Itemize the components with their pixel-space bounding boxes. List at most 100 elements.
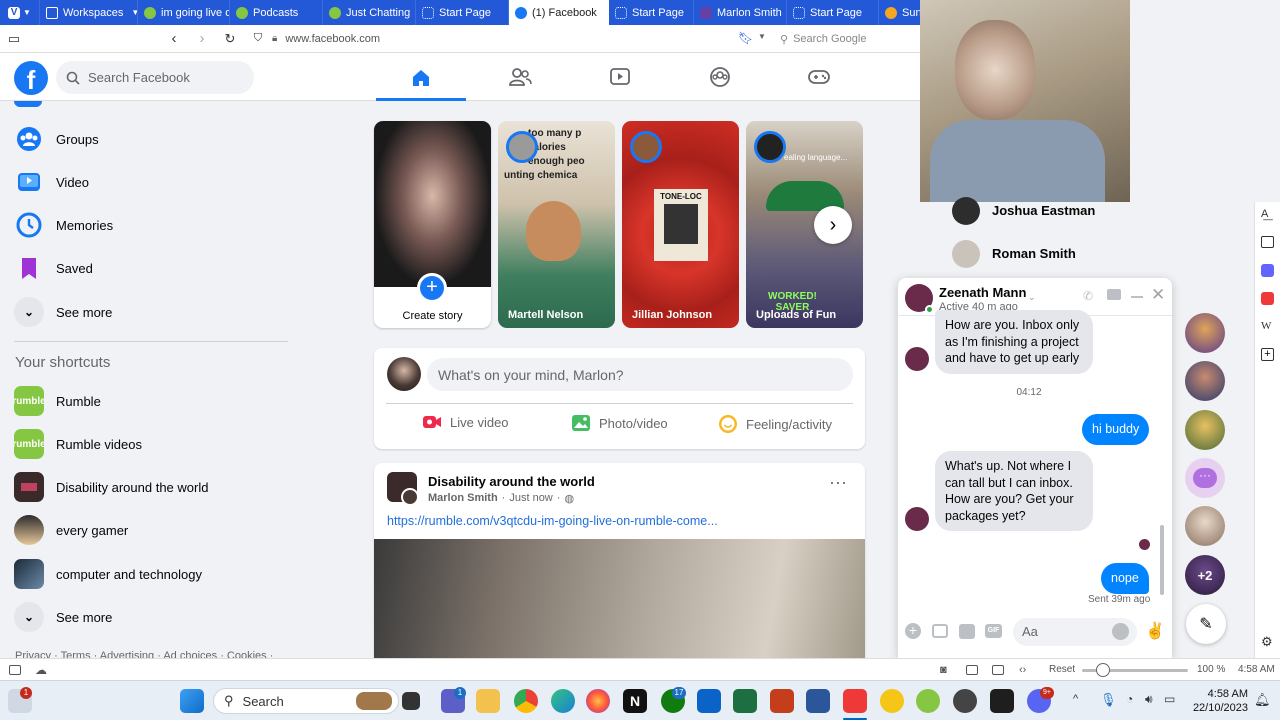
contact-name[interactable]: Roman Smith [992,246,1076,261]
chevron-up-icon[interactable]: ^ [1073,693,1078,705]
add-panel-icon[interactable]: + [1261,348,1274,361]
calendar-icon[interactable] [1261,236,1274,248]
feeling-activity-button[interactable]: Feeling/activity [718,414,832,434]
contact-avatar[interactable] [952,240,980,268]
shortcuts-see-more[interactable]: ⌄ See more [14,599,112,635]
post-link[interactable]: https://rumble.com/v3qtcdu-im-going-live… [387,514,718,528]
obs-icon[interactable] [953,689,977,713]
create-story-card[interactable]: + Create story [374,121,491,328]
post-group-name[interactable]: Disability around the world [428,474,595,489]
menu-item-groups[interactable]: Groups [14,121,99,157]
cloud-icon[interactable]: ☁ [35,663,47,677]
tab-podcasts[interactable]: Podcasts [230,0,323,25]
code-icon[interactable]: ‹› [1019,664,1026,676]
url-field[interactable]: www.facebook.com [285,33,380,45]
panel-toggle-icon[interactable]: ▭ [0,31,28,47]
stories-next-button[interactable]: › [814,206,852,244]
avatar[interactable] [401,488,419,506]
word-icon[interactable] [806,689,830,713]
plus-icon[interactable]: + [905,623,921,639]
chat-head-avatar[interactable] [1185,361,1225,401]
chat-head-avatar[interactable] [1185,506,1225,546]
post-author[interactable]: Marlon Smith [428,492,498,505]
notion-icon[interactable]: N [623,689,647,713]
contact-name[interactable]: Joshua Eastman [992,203,1095,218]
powerpoint-icon[interactable] [770,689,794,713]
tab-facebook[interactable]: (1) Facebook [509,0,609,25]
file-explorer-icon[interactable] [476,689,500,713]
settings-icon[interactable]: ⚙ [1261,634,1273,650]
tab-start-page[interactable]: Start Page [416,0,509,25]
gif-icon[interactable]: GIF [985,624,1002,638]
tab-start-page-2[interactable]: Start Page [609,0,694,25]
app-icon[interactable] [880,689,904,713]
chat-contact-name[interactable]: Zeenath Mann [939,285,1026,300]
zoom-slider-thumb[interactable] [1096,663,1110,677]
new-message-button[interactable]: ✎ [1186,604,1226,644]
post-time[interactable]: Just now [509,492,552,505]
vivaldi-icon[interactable] [843,689,867,713]
vivaldi-icon[interactable] [1261,292,1274,305]
outlook-icon[interactable] [697,689,721,713]
whats-on-your-mind-input[interactable]: What's on your mind, Marlon? [427,358,853,391]
translate-icon[interactable]: A͟ [1261,208,1268,220]
emoji-icon[interactable] [1112,623,1129,640]
chat-head-avatar[interactable]: ··· [1185,458,1225,498]
tab-start-page-3[interactable]: Start Page [787,0,879,25]
nav-friends[interactable] [475,57,565,97]
tab-rumble-live[interactable]: im going live o [138,0,230,25]
tab-sun[interactable]: Sun [879,0,920,25]
shortcut-every-gamer[interactable]: every gamer [14,512,128,548]
chat-scrollbar[interactable] [1158,320,1166,605]
wikipedia-icon[interactable]: W [1261,320,1271,332]
close-icon[interactable]: ✕ [1151,286,1165,304]
terminal-icon[interactable] [990,689,1014,713]
shortcut-disability-group[interactable]: Disability around the world [14,469,208,505]
wifi-icon[interactable]: ◔ [1126,692,1133,706]
avatar[interactable] [387,357,421,391]
battery-icon[interactable]: ▭ [1164,692,1175,706]
nav-watch[interactable] [575,57,665,97]
facebook-logo[interactable]: f [14,61,48,95]
nav-gaming[interactable] [774,57,864,97]
microphone-icon[interactable]: 🎙︎ [1100,692,1117,708]
tab-marlon-smith[interactable]: Marlon Smith [694,0,787,25]
nav-home[interactable] [376,57,466,101]
post-options-button[interactable]: ··· [829,473,847,491]
tile-icon[interactable] [992,664,1004,675]
firefox-icon[interactable] [586,689,610,713]
menu-item-saved[interactable]: Saved [14,250,93,286]
scroll-thumb[interactable] [1160,525,1164,595]
minimize-icon[interactable] [1131,296,1143,298]
chevron-down-icon[interactable]: ▼ [758,32,766,41]
mastodon-icon[interactable] [1261,264,1274,277]
edge-icon[interactable] [551,689,575,713]
volume-icon[interactable]: 🔊︎ [1145,692,1153,707]
shortcut-computer-tech[interactable]: computer and technology [14,556,202,592]
rumble-icon[interactable] [916,689,940,713]
google-search-field[interactable]: ⚲ Search Google [780,31,915,47]
chevron-down-icon[interactable]: ⌄ [1028,292,1036,303]
camera-icon[interactable]: ◙ [940,664,947,676]
image-icon[interactable] [932,624,948,638]
system-clock[interactable]: 4:58 AM 22/10/2023 [1184,687,1248,715]
forward-button[interactable]: › [188,30,216,47]
more-chats-button[interactable]: +2 [1185,555,1225,595]
sticker-icon[interactable] [959,624,975,639]
facebook-search-input[interactable]: Search Facebook [56,61,254,94]
photo-video-button[interactable]: Photo/video [571,414,668,432]
notification-bell-icon[interactable]: 🔔︎ [1254,692,1271,708]
menu-item-video[interactable]: Video [14,164,89,200]
task-view-icon[interactable] [402,692,420,710]
shield-icon[interactable]: ⛉ [244,32,272,45]
phone-icon[interactable]: ✆ [1083,289,1093,303]
live-video-button[interactable]: Live video [422,414,509,430]
back-button[interactable]: ‹ [160,30,188,47]
tab-just-chatting[interactable]: Just Chatting [323,0,416,25]
shortcut-rumble[interactable]: rumble Rumble [14,383,101,419]
footer-links[interactable]: Privacy · Terms · Advertising · Ad choic… [15,650,273,658]
shortcut-rumble-videos[interactable]: rumble Rumble videos [14,426,142,462]
taskbar-search[interactable]: ⚲ Search [213,688,399,714]
image-icon[interactable] [966,664,978,675]
vivaldi-menu-button[interactable]: V ▼ [0,0,40,25]
